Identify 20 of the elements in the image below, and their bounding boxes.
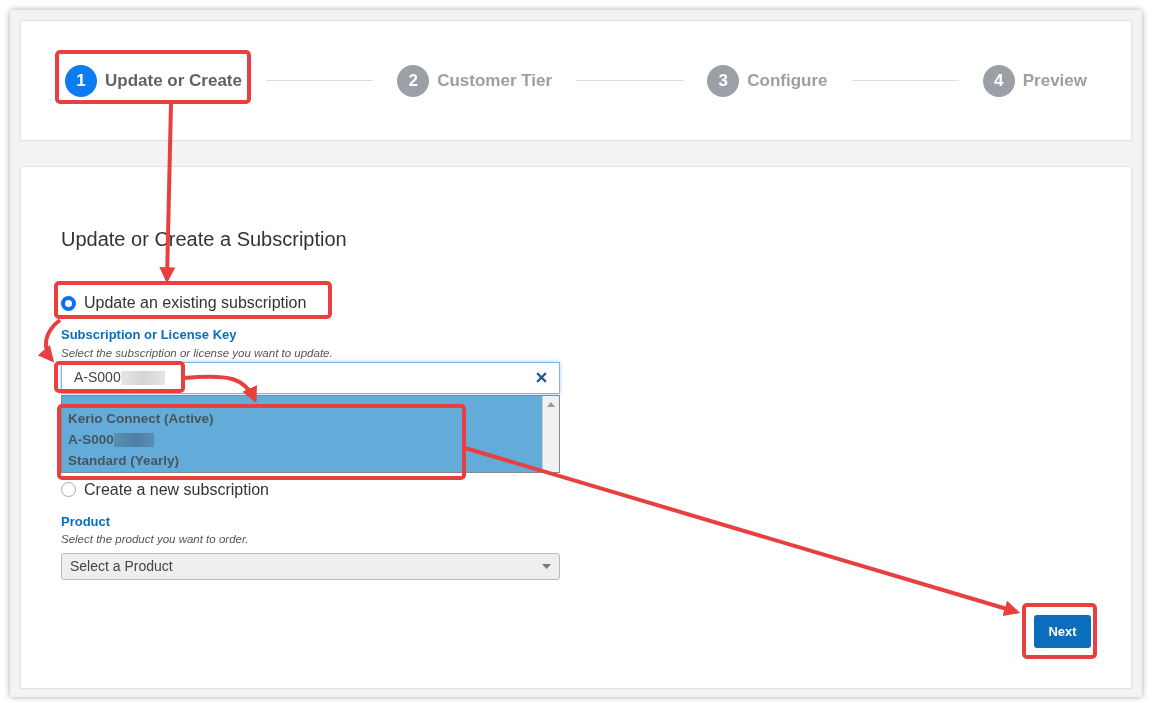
step-number: 1 bbox=[65, 64, 97, 97]
step-tab[interactable]: 1 Update or Create bbox=[65, 64, 242, 97]
redaction-mark bbox=[113, 433, 154, 448]
step-number: 4 bbox=[982, 64, 1015, 97]
field-hint: Select the subscription or license you want to update. bbox=[61, 345, 334, 361]
step-number: 3 bbox=[707, 64, 740, 97]
field-label: Subscription or License Key bbox=[61, 326, 238, 344]
input-field[interactable]: A-S000 bbox=[61, 361, 560, 394]
product-select[interactable]: Select a Product bbox=[61, 552, 560, 580]
field-label: Product bbox=[61, 512, 112, 531]
next-button[interactable]: Next bbox=[1034, 615, 1091, 648]
dropdown-option[interactable]: Kerio Connect (Active) A-S000 Standard (Yearly) bbox=[62, 396, 542, 471]
radio-option[interactable]: Update an existing subscription bbox=[61, 291, 1091, 315]
caret-icon bbox=[542, 563, 551, 569]
step-number: 2 bbox=[397, 64, 430, 97]
field-hint: Select the product you want to order. bbox=[61, 532, 250, 548]
redaction-mark bbox=[120, 370, 165, 385]
radio-option[interactable]: Create a new subscription bbox=[61, 477, 1091, 502]
clear-icon[interactable] bbox=[536, 372, 547, 384]
arrow bbox=[38, 318, 62, 363]
